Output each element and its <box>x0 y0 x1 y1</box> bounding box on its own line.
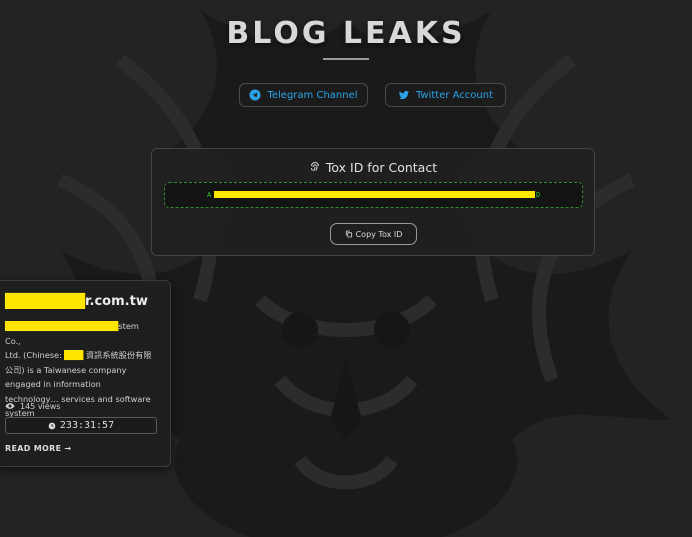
telegram-icon <box>249 89 261 101</box>
tox-contact-card: Tox ID for Contact A D Copy Tox ID <box>151 148 595 256</box>
post-title[interactable]: ████████r.com.tw <box>5 294 148 309</box>
countdown-timer: 233:31:57 <box>5 417 157 434</box>
copy-tox-id-button[interactable]: Copy Tox ID <box>330 223 417 245</box>
title-divider <box>323 58 369 60</box>
page-title: BLOG LEAKS <box>226 16 466 51</box>
post-desc-redacted-2: ███ <box>64 350 84 360</box>
tox-id-field[interactable]: A D <box>164 182 583 208</box>
twitter-icon <box>398 90 409 100</box>
post-title-redacted: ████████ <box>5 294 85 309</box>
tox-id-first-char: A <box>207 191 212 199</box>
twitter-label: Twitter Account <box>415 89 494 101</box>
timer-value: 233:31:57 <box>59 420 115 431</box>
blog-post-card[interactable]: ████████r.com.tw ██████████████████stem … <box>0 280 171 467</box>
twitter-account-button[interactable]: Twitter Account <box>385 83 506 107</box>
tox-id-last-char: D <box>536 191 541 199</box>
eye-icon <box>5 403 15 409</box>
copy-tox-id-label: Copy Tox ID <box>355 229 403 239</box>
fingerprint-icon <box>310 162 319 172</box>
post-desc-line2a: Ltd. (Chinese: <box>5 350 62 360</box>
clock-icon <box>48 422 56 429</box>
tox-heading-text: Tox ID for Contact <box>325 159 438 175</box>
post-desc-line2b: 資訊系統股份有限 <box>85 350 152 360</box>
post-title-visible: r.com.tw <box>84 294 148 309</box>
views-count: 145 views <box>20 401 61 411</box>
read-more-link[interactable]: READ MORE → <box>5 444 71 453</box>
copy-icon <box>345 230 352 238</box>
post-views: 145 views <box>5 401 60 411</box>
telegram-channel-button[interactable]: Telegram Channel <box>239 83 368 107</box>
tox-id-redaction <box>214 191 535 198</box>
telegram-label: Telegram Channel <box>267 89 358 101</box>
post-desc-redacted-1: ██████████████████ <box>5 321 119 331</box>
tox-heading: Tox ID for Contact <box>152 159 594 175</box>
